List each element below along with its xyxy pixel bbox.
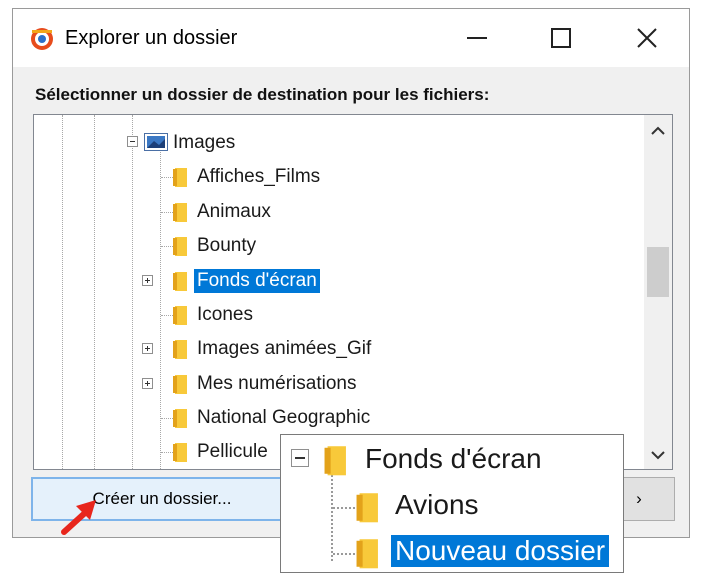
folder-icon	[173, 409, 187, 428]
tree-connector	[333, 507, 355, 509]
minimize-icon	[467, 37, 487, 39]
zoom-node-fonds-d-ecran[interactable]: Fonds d'écran	[361, 443, 546, 475]
folder-icon	[173, 375, 187, 394]
vertical-scrollbar[interactable]	[644, 115, 672, 469]
folder-icon	[356, 493, 378, 523]
folder-icon	[173, 306, 187, 325]
collapse-toggle[interactable]	[291, 449, 309, 467]
window-title: Explorer un dossier	[65, 27, 238, 49]
zoom-node-nouveau-dossier[interactable]: Nouveau dossier	[391, 535, 610, 567]
minimize-button[interactable]	[439, 9, 515, 67]
scroll-up-button[interactable]	[644, 117, 672, 145]
folder-icon	[324, 446, 346, 476]
tree-guide-line	[331, 471, 333, 561]
tree-node-fonds-d-ecran[interactable]: Fonds d'écran	[194, 269, 320, 293]
folder-icon	[173, 340, 187, 359]
scroll-thumb[interactable]	[647, 247, 669, 297]
scroll-down-button[interactable]	[644, 441, 672, 469]
instruction-label: Sélectionner un dossier de destination p…	[35, 85, 490, 104]
expand-toggle[interactable]	[142, 275, 153, 286]
tree-connector	[333, 553, 355, 555]
red-arrow-icon	[61, 500, 96, 535]
maximize-button[interactable]	[523, 9, 599, 67]
folder-icon	[173, 168, 187, 187]
tree-node-images[interactable]: Images	[170, 131, 238, 155]
tree-node-affiches-films[interactable]: Affiches_Films	[194, 165, 323, 189]
title-bar: Explorer un dossier	[13, 9, 689, 67]
tree-guide-line	[160, 147, 161, 469]
tree-guide-line	[62, 115, 63, 469]
folder-icon	[173, 203, 187, 222]
app-icon	[31, 28, 53, 50]
tree-node-national-geographic[interactable]: National Geographic	[194, 406, 373, 430]
tree-node-mes-numerisations[interactable]: Mes numérisations	[194, 372, 359, 396]
folder-icon	[356, 539, 378, 569]
tree-node-images-animees-gif[interactable]: Images animées_Gif	[194, 337, 374, 361]
close-button[interactable]	[609, 9, 685, 67]
folder-tree[interactable]: Images Affiches_Films Animaux Bounty Fon…	[33, 114, 673, 470]
tree-guide-line	[132, 115, 133, 469]
tree-node-icones[interactable]: Icones	[194, 303, 256, 327]
chevron-down-icon	[651, 451, 665, 460]
expand-toggle[interactable]	[142, 343, 153, 354]
folder-icon	[173, 443, 187, 462]
tree-node-animaux[interactable]: Animaux	[194, 200, 274, 224]
close-icon	[637, 28, 657, 48]
maximize-icon	[551, 28, 571, 48]
chevron-up-icon	[651, 126, 665, 135]
tree-node-bounty[interactable]: Bounty	[194, 234, 259, 258]
folder-icon	[173, 237, 187, 256]
zoom-node-avions[interactable]: Avions	[391, 489, 483, 521]
folder-icon	[173, 272, 187, 291]
image-library-icon	[144, 133, 168, 151]
expand-toggle[interactable]	[142, 378, 153, 389]
collapse-toggle[interactable]	[127, 136, 138, 147]
tree-node-pellicule[interactable]: Pellicule	[194, 440, 271, 464]
zoom-callout: Fonds d'écran Avions Nouveau dossier	[280, 434, 624, 573]
tree-guide-line	[94, 115, 95, 469]
